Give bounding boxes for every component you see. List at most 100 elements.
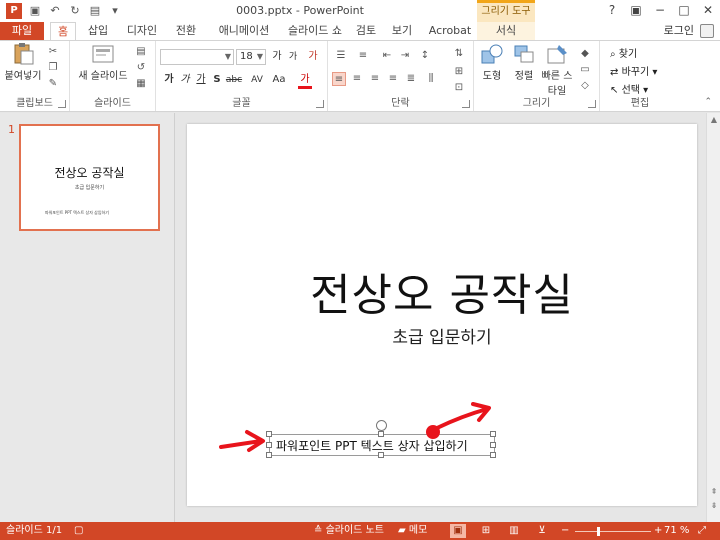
clipboard-launcher-icon[interactable] xyxy=(58,100,66,108)
customize-icon[interactable]: ▾ xyxy=(108,4,122,18)
redo-icon[interactable]: ↻ xyxy=(68,4,82,18)
ribbon-display-icon[interactable]: ▣ xyxy=(624,0,648,22)
zoom-slider[interactable] xyxy=(575,531,651,532)
copy-icon[interactable]: ❐ xyxy=(46,61,60,75)
save-icon[interactable]: ▣ xyxy=(28,4,42,18)
arrange-button[interactable]: 정렬 xyxy=(508,43,540,82)
shadow-button[interactable]: S xyxy=(210,72,224,88)
underline-button[interactable]: 가 xyxy=(194,72,208,88)
grow-font-button[interactable]: 가 xyxy=(270,49,284,65)
shapes-button[interactable]: 도형 xyxy=(476,43,508,82)
reset-icon[interactable]: ↺ xyxy=(134,61,148,75)
tab-view[interactable]: 보기 xyxy=(388,22,416,40)
scroll-up-icon[interactable]: ▲ xyxy=(707,115,720,124)
change-case-button[interactable]: Aa xyxy=(270,72,288,88)
char-spacing-button[interactable]: AV xyxy=(248,72,266,88)
notes-icon: ≙ xyxy=(314,525,326,536)
shape-outline-icon[interactable]: ▭ xyxy=(578,63,592,77)
tab-animations[interactable]: 애니메이션 xyxy=(212,22,276,40)
align-center-icon[interactable]: ≡ xyxy=(350,72,364,86)
paragraph-group: ☰ ≡ ⇤ ⇥ ↕ ⇅ ≡ ≡ ≡ ≡ ≣ ⫼ ⊞ ⊡ 단락 xyxy=(328,41,474,111)
replace-button[interactable]: ⇄ 바꾸기 ▾ xyxy=(610,63,657,78)
font-color-button[interactable]: 가 xyxy=(298,72,312,89)
avatar[interactable] xyxy=(700,24,714,38)
bold-button[interactable]: 가 xyxy=(162,72,176,88)
tab-slideshow[interactable]: 슬라이드 쇼 xyxy=(282,22,348,40)
help-icon[interactable]: ? xyxy=(600,0,624,22)
font-size-select[interactable]: 18 ▼ xyxy=(236,49,266,65)
align-left-icon[interactable]: ≡ xyxy=(332,72,346,86)
align-right-icon[interactable]: ≡ xyxy=(368,72,382,86)
find-button[interactable]: ⌕ 찾기 xyxy=(610,45,637,60)
arrange-label: 정렬 xyxy=(514,71,534,82)
login-link[interactable]: 로그인 xyxy=(664,22,694,40)
editing-group-label: 편집 xyxy=(630,98,650,109)
section-icon[interactable]: ▦ xyxy=(134,77,148,91)
shrink-font-button[interactable]: 가 xyxy=(286,49,300,65)
normal-view-icon[interactable]: ▣ xyxy=(450,524,466,538)
line-spacing-icon[interactable]: ↕ xyxy=(418,49,432,63)
ribbon-tabs: 파일 홈 삽입 디자인 전환 애니메이션 슬라이드 쇼 검토 보기 Acroba… xyxy=(0,22,720,41)
tab-design[interactable]: 디자인 xyxy=(124,22,160,40)
smartart-icon[interactable]: ⊡ xyxy=(452,81,466,95)
paragraph-launcher-icon[interactable] xyxy=(462,100,470,108)
reading-view-icon[interactable]: ▥ xyxy=(506,524,522,538)
italic-button[interactable]: 가 xyxy=(178,72,192,88)
cut-icon[interactable]: ✂ xyxy=(46,45,60,59)
align-text-icon[interactable]: ⊞ xyxy=(452,65,466,79)
slide-thumbnail[interactable]: 전상오 공작실 초급 입문하기 파워포인트 PPT 텍스트 상자 삽입하기 xyxy=(19,124,160,231)
drawing-launcher-icon[interactable] xyxy=(588,100,596,108)
vertical-scrollbar[interactable]: ▲ ⇞ ⇟ xyxy=(706,113,720,522)
tab-home[interactable]: 홈 xyxy=(50,22,76,41)
zoom-out-button[interactable]: − xyxy=(561,524,569,538)
tab-review[interactable]: 검토 xyxy=(352,22,380,40)
collapse-ribbon-icon[interactable]: ⌃ xyxy=(704,97,712,107)
shape-effects-icon[interactable]: ◇ xyxy=(578,79,592,93)
powerpoint-app-icon[interactable]: P xyxy=(6,3,22,19)
increase-indent-icon[interactable]: ⇥ xyxy=(398,49,412,63)
shape-fill-icon[interactable]: ◆ xyxy=(578,47,592,61)
close-button[interactable]: ✕ xyxy=(696,0,720,22)
slide-sorter-icon[interactable]: ⊞ xyxy=(478,524,494,538)
slideshow-view-icon[interactable]: ⊻ xyxy=(534,524,550,538)
maximize-button[interactable]: □ xyxy=(672,0,696,22)
layout-icon[interactable]: ▤ xyxy=(134,45,148,59)
drawing-group-label: 그리기 xyxy=(522,98,551,109)
text-direction-icon[interactable]: ⇅ xyxy=(452,47,466,61)
drawing-tools-context-title: 그리기 도구 xyxy=(477,0,535,22)
undo-icon[interactable]: ↶ xyxy=(48,4,62,18)
spell-check-icon[interactable]: ▢ xyxy=(74,524,83,538)
zoom-in-button[interactable]: + xyxy=(654,524,662,538)
zoom-level[interactable]: 71 % xyxy=(664,524,689,538)
bullets-icon[interactable]: ☰ xyxy=(334,49,348,63)
next-slide-icon[interactable]: ⇟ xyxy=(707,501,720,510)
quick-styles-icon xyxy=(547,45,567,64)
quick-styles-button[interactable]: 빠른 스타일 xyxy=(540,43,574,97)
present-icon[interactable]: ▤ xyxy=(88,4,102,18)
columns-icon[interactable]: ⫼ xyxy=(424,72,438,86)
comments-button[interactable]: ▰ 메모 xyxy=(398,524,427,538)
format-painter-icon[interactable]: ✎ xyxy=(46,77,60,91)
zoom-slider-thumb[interactable] xyxy=(597,527,600,536)
tab-insert[interactable]: 삽입 xyxy=(84,22,112,40)
font-launcher-icon[interactable] xyxy=(316,100,324,108)
tab-transitions[interactable]: 전환 xyxy=(170,22,202,40)
numbering-icon[interactable]: ≡ xyxy=(356,49,370,63)
notes-button[interactable]: ≙ 슬라이드 노트 xyxy=(314,524,384,538)
prev-slide-icon[interactable]: ⇞ xyxy=(707,487,720,496)
slide-canvas[interactable]: 전상오 공작실 초급 입문하기 파워포인트 PPT 텍스트 상자 삽입하기 xyxy=(187,124,697,506)
tab-format[interactable]: 서식 xyxy=(477,22,535,40)
distribute-icon[interactable]: ≣ xyxy=(404,72,418,86)
decrease-indent-icon[interactable]: ⇤ xyxy=(380,49,394,63)
new-slide-button[interactable]: 새 슬라이드 xyxy=(76,43,130,82)
justify-icon[interactable]: ≡ xyxy=(386,72,400,86)
font-name-select[interactable]: ▼ xyxy=(160,49,234,65)
paste-button[interactable]: 붙여넣기 xyxy=(4,43,42,82)
tab-acrobat[interactable]: Acrobat xyxy=(428,22,472,40)
minimize-button[interactable]: − xyxy=(648,0,672,22)
strikethrough-button[interactable]: abc xyxy=(224,72,244,88)
tab-file[interactable]: 파일 xyxy=(0,22,44,40)
clear-format-button[interactable]: 가 xyxy=(306,49,320,65)
fit-to-window-icon[interactable]: ⤢ xyxy=(698,524,706,538)
comment-icon: ▰ xyxy=(398,525,409,536)
